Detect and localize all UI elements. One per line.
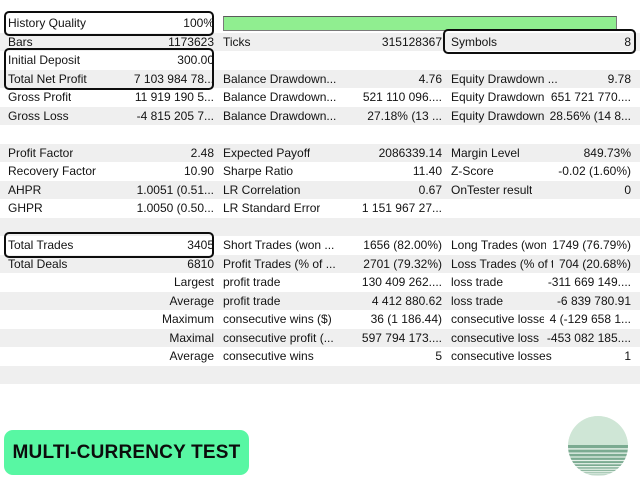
stat-value: 10.90 <box>184 164 214 178</box>
stat-label: Equity Drawdown ... <box>451 90 545 104</box>
stat-label: Short Trades (won ... <box>223 238 334 252</box>
stat-value: 849.73% <box>584 146 631 160</box>
stat-value: 1656 (82.00%) <box>363 238 442 252</box>
stat-label: Profit Factor <box>8 146 73 160</box>
stat-label: consecutive profit (... <box>223 331 334 345</box>
stat-value: 597 794 173.... <box>362 331 442 345</box>
stat-label: Gross Loss <box>8 109 69 123</box>
stat-value: -6 839 780.91 <box>557 294 631 308</box>
stat-label: Ticks <box>223 35 251 49</box>
spacer-row <box>0 125 640 144</box>
stat-label: OnTester result <box>451 183 532 197</box>
stat-value: 651 721 770.... <box>551 90 631 104</box>
badge-label: MULTI-CURRENCY TEST <box>13 442 241 464</box>
stat-value: 6810 <box>187 257 214 271</box>
stat-value: 11 919 190 5... <box>135 90 214 104</box>
stat-label: Z-Score <box>451 164 494 178</box>
stat-value: 2.48 <box>191 146 214 160</box>
backtest-report: History Quality100% Bars1173623 Ticks315… <box>0 0 640 480</box>
stat-value: -311 669 149.... <box>548 275 631 289</box>
stat-label: profit trade <box>223 294 280 308</box>
stat-value: 9.78 <box>608 72 631 86</box>
stat-value: 130 409 262.... <box>362 275 442 289</box>
stat-label: Equity Drawdown ... <box>451 72 558 86</box>
stat-label: Margin Level <box>451 146 520 160</box>
stat-value: Average <box>170 294 214 308</box>
stat-label: loss trade <box>451 294 503 308</box>
stat-label: Balance Drawdown... <box>223 72 336 86</box>
stat-value: 0 <box>624 183 631 197</box>
table-row: GHPR 1.0050 (0.50... LR Standard Error 1 1… <box>0 199 640 218</box>
stat-value: 1173623 <box>168 35 214 49</box>
table-row: Gross Profit 11 919 190 5... Balance Draw… <box>0 88 640 107</box>
striped-sphere-logo-icon <box>566 414 630 478</box>
multi-currency-test-badge: MULTI-CURRENCY TEST <box>4 430 249 475</box>
table-row: Maximum consecutive wins ($) 36 (1 186.44… <box>0 310 640 329</box>
stat-value: 704 (20.68%) <box>559 257 631 271</box>
stat-label: Bars <box>8 35 33 49</box>
stat-label: Equity Drawdown ... <box>451 109 544 123</box>
stat-value: 27.18% (13 ... <box>367 109 442 123</box>
stat-label: Profit Trades (% of ... <box>223 257 336 271</box>
stat-value: 28.56% (14 8... <box>550 109 631 123</box>
stat-label: Balance Drawdown... <box>223 109 336 123</box>
highlight-box-history-quality <box>4 11 214 36</box>
highlight-box-total-trades <box>4 232 214 258</box>
stat-value: 11.40 <box>413 164 442 178</box>
progress-fill <box>224 17 616 30</box>
stat-value: 1749 (76.79%) <box>552 238 631 252</box>
stat-value: 521 110 096.... <box>363 90 442 104</box>
stat-value: Largest <box>174 275 214 289</box>
stat-label: LR Standard Error <box>223 201 320 215</box>
stat-value: 0.67 <box>419 183 442 197</box>
table-row: AHPR 1.0051 (0.51... LR Correlation 0.67 O… <box>0 181 640 200</box>
stat-label: consecutive wins <box>223 349 314 363</box>
stat-label: Gross Profit <box>8 90 71 104</box>
stat-value: 4 (-129 658 1... <box>550 312 631 326</box>
stat-value: 2701 (79.32%) <box>363 257 442 271</box>
stat-label: consecutive losses ... <box>451 312 544 326</box>
stat-label: LR Correlation <box>223 183 300 197</box>
highlight-box-symbols <box>443 29 636 54</box>
stat-value: -4 815 205 7... <box>137 109 214 123</box>
stat-value: -453 082 185.... <box>547 331 631 345</box>
stat-value: 5 <box>435 349 442 363</box>
stat-label: AHPR <box>8 183 41 197</box>
table-row: Profit Factor 2.48 Expected Payoff 2086339… <box>0 144 640 163</box>
stat-label: consecutive loss (c... <box>451 331 541 345</box>
table-row: Average consecutive wins 5 consecutive lo… <box>0 347 640 366</box>
stat-value: 1.0051 (0.51... <box>137 183 214 197</box>
table-row: Maximal consecutive profit (... 597 794 1… <box>0 329 640 348</box>
stat-label: consecutive wins ($) <box>223 312 332 326</box>
stat-label: Balance Drawdown... <box>223 90 336 104</box>
stat-label: Expected Payoff <box>223 146 310 160</box>
table-row: Recovery Factor 10.90 Sharpe Ratio 11.40 Z… <box>0 162 640 181</box>
stat-value: Average <box>170 349 214 363</box>
stat-label: Sharpe Ratio <box>223 164 293 178</box>
table-row: Average profit trade 4 412 880.62 loss tr… <box>0 292 640 311</box>
stat-label: Total Deals <box>8 257 67 271</box>
stat-label: Loss Trades (% of t... <box>451 257 553 271</box>
stat-label: GHPR <box>8 201 43 215</box>
table-row: Gross Loss -4 815 205 7... Balance Drawdo… <box>0 107 640 126</box>
stat-value: 315128367 <box>382 35 442 49</box>
stat-value: 4 412 880.62 <box>372 294 442 308</box>
stat-label: loss trade <box>451 275 503 289</box>
spacer-row <box>0 366 640 385</box>
stat-value: 4.76 <box>419 72 442 86</box>
table-row: Largest profit trade 130 409 262.... loss… <box>0 273 640 292</box>
stat-value: 2086339.14 <box>379 146 442 160</box>
stat-value: 1 <box>624 349 631 363</box>
stat-value: Maximal <box>169 331 214 345</box>
stat-value: 1 151 967 27... <box>362 201 442 215</box>
stat-label: consecutive losses <box>451 349 552 363</box>
stat-value: Maximum <box>162 312 214 326</box>
highlight-box-initial-deposit <box>4 48 214 90</box>
stat-value: 36 (1 186.44) <box>371 312 442 326</box>
stat-label: Long Trades (won %) <box>451 238 546 252</box>
stat-value: -0.02 (1.60%) <box>558 164 631 178</box>
stat-label: Recovery Factor <box>8 164 96 178</box>
stat-label: profit trade <box>223 275 280 289</box>
stat-value: 1.0050 (0.50... <box>137 201 214 215</box>
